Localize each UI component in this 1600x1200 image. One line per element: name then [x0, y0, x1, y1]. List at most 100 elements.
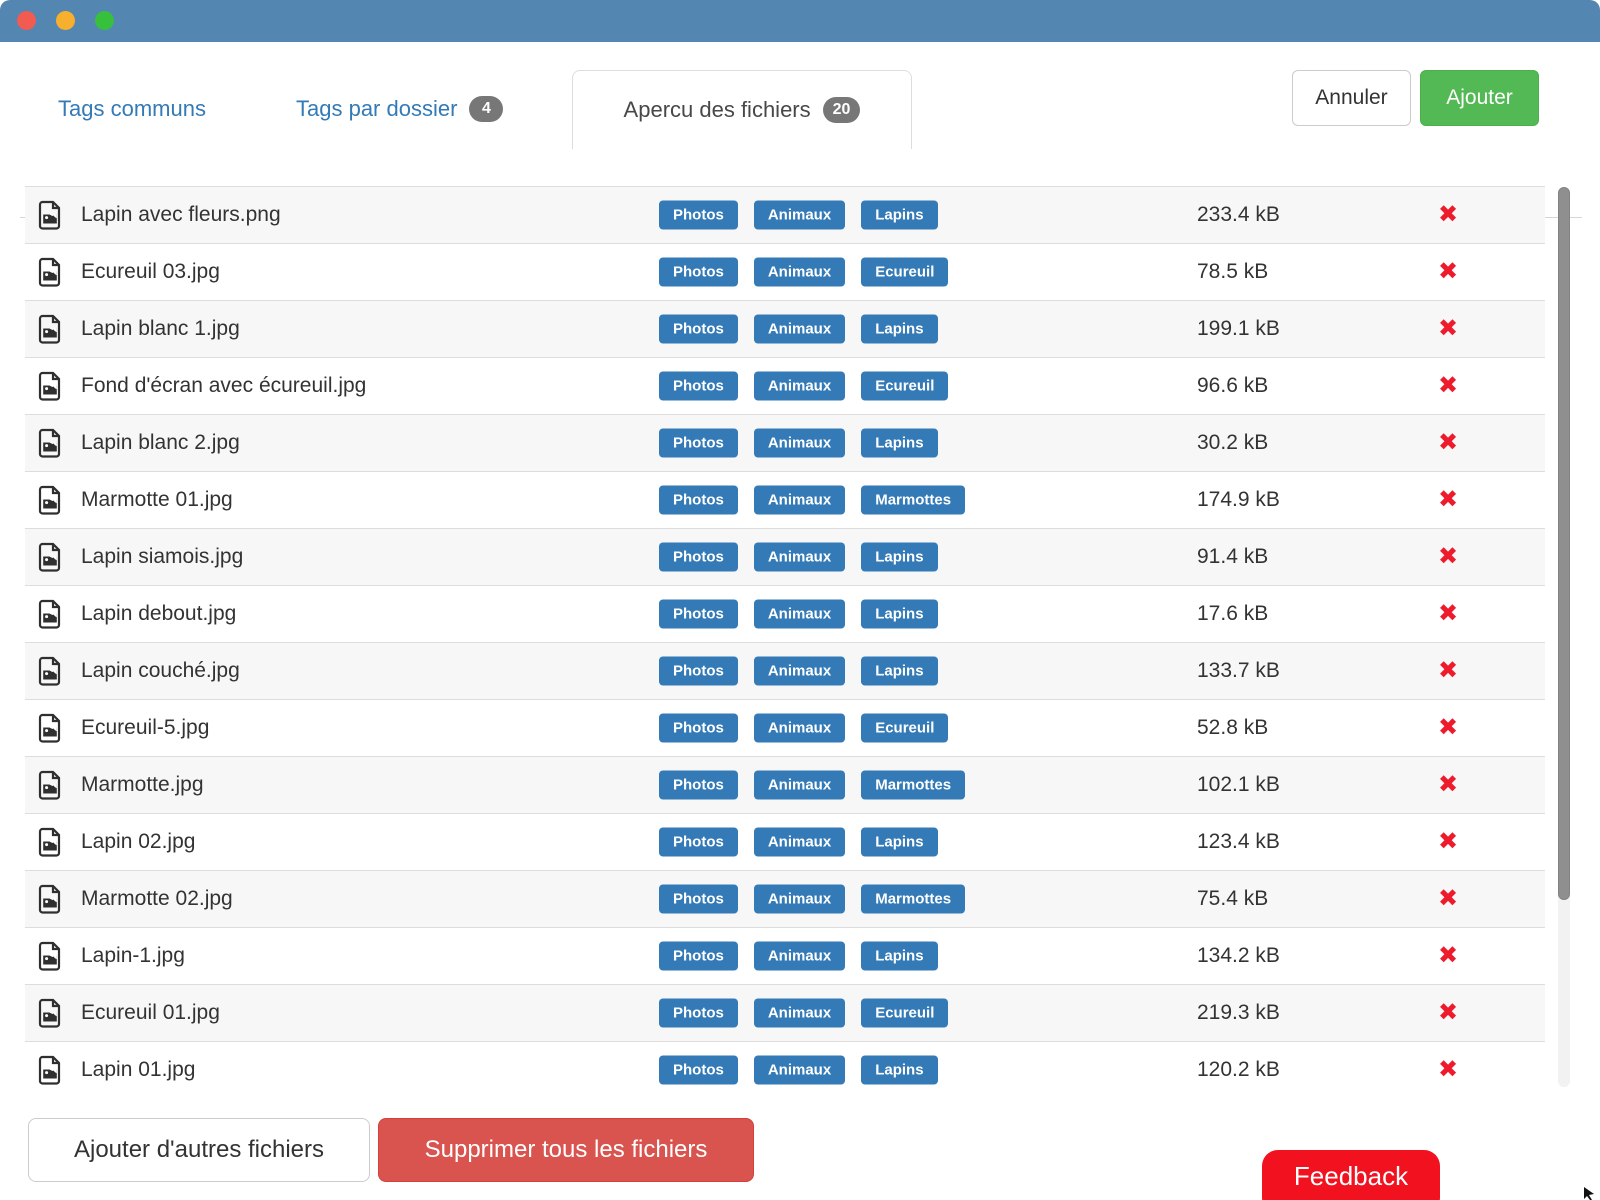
file-size: 102.1 kB	[1197, 773, 1280, 797]
file-size: 52.8 kB	[1197, 716, 1268, 740]
file-row: Lapin debout.jpg PhotosAnimauxLapins 17.…	[25, 585, 1545, 642]
delete-file-icon[interactable]: ✖	[1423, 1058, 1473, 1082]
tag-lapins: Lapins	[861, 600, 937, 629]
delete-file-icon[interactable]: ✖	[1423, 488, 1473, 512]
tag-lapins: Lapins	[861, 657, 937, 686]
tag-list: PhotosAnimauxMarmottes	[659, 486, 965, 515]
delete-file-icon[interactable]: ✖	[1423, 545, 1473, 569]
close-window-button[interactable]	[17, 11, 36, 30]
tag-list: PhotosAnimauxEcureuil	[659, 258, 948, 287]
delete-file-icon[interactable]: ✖	[1423, 659, 1473, 683]
tag-photos: Photos	[659, 828, 738, 857]
delete-file-icon[interactable]: ✖	[1423, 317, 1473, 341]
tag-list: Photos Animaux Lapins	[659, 657, 938, 686]
delete-file-icon[interactable]: ✖	[1423, 944, 1473, 968]
file-row: Lapin blanc 2.jpg PhotosAnimauxLapins 30…	[25, 414, 1545, 471]
file-size: 96.6 kB	[1197, 374, 1268, 398]
tag-animaux: Animaux	[754, 600, 845, 629]
zoom-window-button[interactable]	[95, 11, 114, 30]
minimize-window-button[interactable]	[56, 11, 75, 30]
file-name: Marmotte 02.jpg	[81, 887, 233, 911]
tag-photos: Photos	[659, 942, 738, 971]
delete-file-icon[interactable]: ✖	[1423, 203, 1473, 227]
delete-file-icon[interactable]: ✖	[1423, 887, 1473, 911]
tag-animaux: Animaux	[754, 201, 845, 230]
tag-list: PhotosAnimauxLapins	[659, 315, 938, 344]
file-row: Lapin blanc 1.jpg PhotosAnimauxLapins 19…	[25, 300, 1545, 357]
tag-photos: Photos	[659, 543, 738, 572]
tag-list: Photos Animaux Ecureuil	[659, 372, 948, 401]
file-size: 134.2 kB	[1197, 944, 1280, 968]
tag-photos: Photos	[659, 486, 738, 515]
file-name: Lapin avec fleurs.png	[81, 203, 281, 227]
feedback-button[interactable]: Feedback	[1262, 1150, 1440, 1200]
add-more-files-button[interactable]: Ajouter d'autres fichiers	[28, 1118, 370, 1182]
mouse-cursor-icon	[1583, 1186, 1597, 1200]
file-image-icon	[37, 941, 63, 976]
tag-lapins: Lapins	[861, 315, 937, 344]
tag-list: PhotosAnimauxLapins	[659, 828, 938, 857]
tab-tags-par-dossier[interactable]: Tags par dossier 4	[296, 70, 503, 148]
tag-photos: Photos	[659, 429, 738, 458]
delete-file-icon[interactable]: ✖	[1423, 260, 1473, 284]
file-size: 199.1 kB	[1197, 317, 1280, 341]
traffic-lights	[17, 11, 114, 30]
file-size: 78.5 kB	[1197, 260, 1268, 284]
tag-lapins: Lapins	[861, 201, 937, 230]
file-row: Ecureuil 03.jpg PhotosAnimauxEcureuil 78…	[25, 243, 1545, 300]
file-image-icon	[37, 257, 63, 292]
tag-photos: Photos	[659, 885, 738, 914]
delete-file-icon[interactable]: ✖	[1423, 773, 1473, 797]
tag-marmottes: Marmottes	[861, 885, 965, 914]
delete-file-icon[interactable]: ✖	[1423, 830, 1473, 854]
scrollbar-thumb[interactable]	[1558, 187, 1570, 900]
tag-list: PhotosAnimauxLapins	[659, 1056, 938, 1085]
file-image-icon	[37, 371, 63, 406]
tab-count-badge: 4	[469, 96, 503, 122]
tag-photos: Photos	[659, 657, 738, 686]
file-row: Fond d'écran avec écureuil.jpg PhotosAni…	[25, 357, 1545, 414]
tag-photos: Photos	[659, 258, 738, 287]
tag-photos: Photos	[659, 771, 738, 800]
tag-list: PhotosAnimauxLapins	[659, 201, 938, 230]
file-size: 123.4 kB	[1197, 830, 1280, 854]
file-row: Lapin-1.jpg PhotosAnimauxLapins 134.2 kB…	[25, 927, 1545, 984]
file-name: Lapin 02.jpg	[81, 830, 195, 854]
file-name: Lapin 01.jpg	[81, 1058, 195, 1082]
add-button[interactable]: Ajouter	[1420, 70, 1539, 126]
file-size: 174.9 kB	[1197, 488, 1280, 512]
file-image-icon	[37, 599, 63, 634]
tab-label: Apercu des fichiers	[624, 97, 811, 123]
tag-ecureuil: Ecureuil	[861, 999, 948, 1028]
tag-photos: Photos	[659, 372, 738, 401]
tag-animaux: Animaux	[754, 657, 845, 686]
file-row: Lapin 01.jpg PhotosAnimauxLapins 120.2 k…	[25, 1041, 1545, 1092]
tag-lapins: Lapins	[861, 1056, 937, 1085]
cancel-button[interactable]: Annuler	[1292, 70, 1411, 126]
tab-apercu-des-fichiers[interactable]: Apercu des fichiers 20	[572, 70, 912, 149]
file-size: 120.2 kB	[1197, 1058, 1280, 1082]
file-row: Marmotte 02.jpg PhotosAnimauxMarmottes 7…	[25, 870, 1545, 927]
file-name: Marmotte 01.jpg	[81, 488, 233, 512]
file-size: 233.4 kB	[1197, 203, 1280, 227]
tag-ecureuil: Ecureuil	[861, 372, 948, 401]
tag-list: PhotosAnimauxMarmottes	[659, 771, 965, 800]
file-row: Lapin avec fleurs.png PhotosAnimauxLapin…	[25, 186, 1545, 243]
file-image-icon	[37, 542, 63, 577]
file-size: 30.2 kB	[1197, 431, 1268, 455]
delete-file-icon[interactable]: ✖	[1423, 716, 1473, 740]
file-image-icon	[37, 884, 63, 919]
tag-animaux: Animaux	[754, 999, 845, 1028]
delete-all-files-button[interactable]: Supprimer tous les fichiers	[378, 1118, 754, 1182]
tab-tags-communs[interactable]: Tags communs	[58, 70, 206, 148]
tag-manager-window: { "tabs": [ { "label": "Tags communs" },…	[0, 0, 1600, 1200]
tag-ecureuil: Ecureuil	[861, 714, 948, 743]
delete-file-icon[interactable]: ✖	[1423, 374, 1473, 398]
tag-animaux: Animaux	[754, 372, 845, 401]
delete-file-icon[interactable]: ✖	[1423, 602, 1473, 626]
delete-file-icon[interactable]: ✖	[1423, 1001, 1473, 1025]
delete-file-icon[interactable]: ✖	[1423, 431, 1473, 455]
tag-marmottes: Marmottes	[861, 771, 965, 800]
file-size: 133.7 kB	[1197, 659, 1280, 683]
file-image-icon	[37, 713, 63, 748]
